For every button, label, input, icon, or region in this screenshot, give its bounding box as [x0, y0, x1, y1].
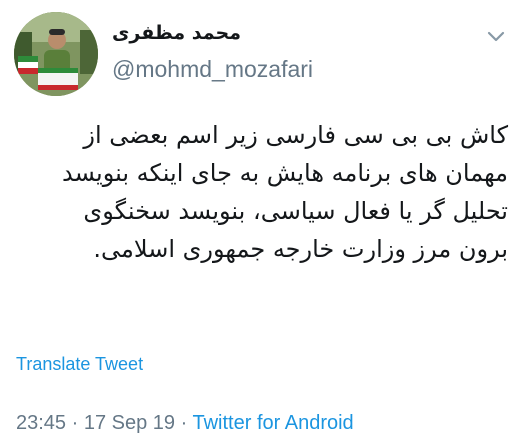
display-name[interactable]: محمد مظفری [112, 22, 241, 44]
tweet-date: 17 Sep 19 [83, 412, 176, 434]
tweet-text: کاش بی بی سی فارسی زیر اسم بعضی از مهمان… [62, 121, 508, 263]
meta-separator: · [71, 412, 79, 434]
username-handle[interactable]: @mohmd_mozafari [112, 56, 313, 83]
chevron-down-icon[interactable] [486, 30, 506, 44]
tweet-source-link[interactable]: Twitter for Android [193, 412, 354, 434]
tweet-time: 23:45 [16, 412, 67, 434]
translate-tweet-link[interactable]: Translate Tweet [16, 354, 143, 375]
meta-separator: · [180, 412, 188, 434]
avatar-image [14, 12, 98, 96]
tweet-card: محمد مظفری @mohmd_mozafari کاش بی بی سی … [0, 0, 520, 444]
avatar[interactable] [14, 12, 98, 96]
tweet-metadata: 23:45 · 17 Sep 19 · Twitter for Android [16, 412, 354, 435]
